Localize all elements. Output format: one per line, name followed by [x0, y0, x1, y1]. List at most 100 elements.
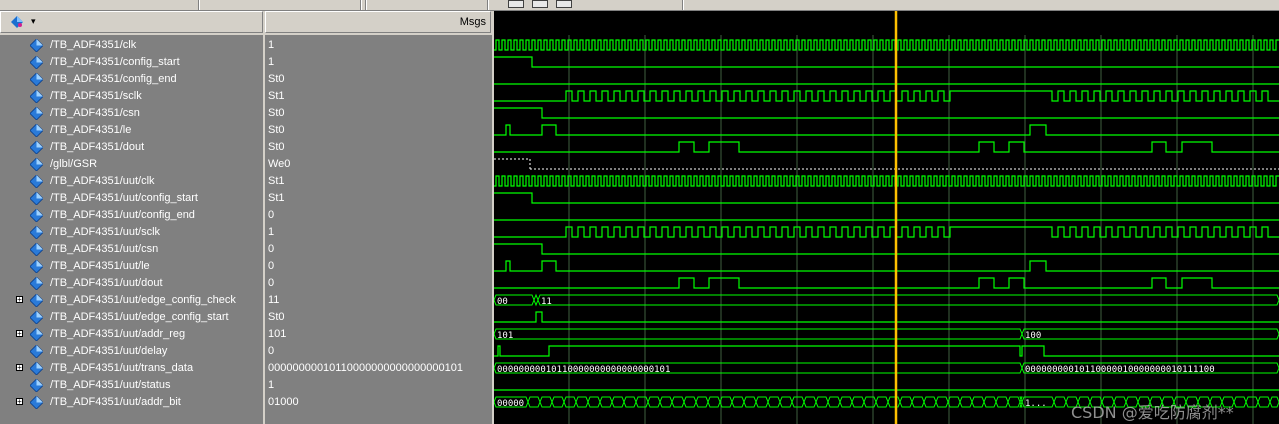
signal-value: 11 — [268, 294, 280, 306]
signal-row[interactable]: /TB_ADF4351/uut/le — [0, 258, 263, 275]
value-row[interactable]: 101 — [265, 326, 492, 343]
waveform-panel[interactable]: 00 11 101 100 000000000101100000000000000001… — [494, 11, 1279, 424]
signal-row[interactable]: /TB_ADF4351/clk — [0, 37, 263, 54]
bus-segment — [1053, 396, 1067, 408]
signal-row[interactable]: /TB_ADF4351/uut/edge_config_start — [0, 309, 263, 326]
value-row[interactable]: 0 — [265, 343, 492, 360]
waveform-display[interactable]: 00 11 101 100 000000000101100000000000000001… — [494, 11, 1279, 424]
value-row[interactable]: St0 — [265, 122, 492, 139]
signal-row[interactable]: /TB_ADF4351/config_end — [0, 71, 263, 88]
signal-name: /TB_ADF4351/sclk — [50, 90, 142, 102]
signal-icon — [30, 396, 43, 409]
signal-row[interactable]: + /TB_ADF4351/uut/trans_data — [0, 360, 263, 377]
waveform-trace — [494, 175, 1279, 187]
signal-name: /TB_ADF4351/uut/config_start — [50, 192, 198, 204]
signal-row[interactable]: /TB_ADF4351/csn — [0, 105, 263, 122]
value-row[interactable]: 00000000010110000000000000000101 — [265, 360, 492, 377]
value-row[interactable]: St1 — [265, 88, 492, 105]
signal-icon — [30, 56, 43, 69]
expand-icon[interactable]: + — [16, 330, 23, 338]
value-row[interactable]: St0 — [265, 309, 492, 326]
bus-segment — [827, 396, 841, 408]
value-row[interactable]: 0 — [265, 241, 492, 258]
signal-icon — [30, 90, 43, 103]
signal-row[interactable]: /TB_ADF4351/uut/sclk — [0, 224, 263, 241]
bus-segment — [563, 396, 577, 408]
value-row[interactable]: St1 — [265, 173, 492, 190]
expand-icon[interactable]: + — [16, 364, 23, 372]
wave-format-icon[interactable] — [11, 16, 23, 28]
value-row[interactable]: We0 — [265, 156, 492, 173]
waveform-trace — [494, 141, 1279, 153]
zoom-in-button[interactable] — [508, 0, 524, 8]
expand-icon[interactable]: + — [16, 398, 23, 406]
value-row[interactable]: 1 — [265, 37, 492, 54]
bus-segment — [731, 396, 745, 408]
signal-row[interactable]: /TB_ADF4351/uut/status — [0, 377, 263, 394]
bus-segment — [719, 396, 733, 408]
value-row[interactable]: 0 — [265, 275, 492, 292]
signal-name: /TB_ADF4351/uut/le — [50, 260, 150, 272]
signal-name: /TB_ADF4351/uut/sclk — [50, 226, 161, 238]
value-row[interactable]: St0 — [265, 105, 492, 122]
value-row[interactable]: St0 — [265, 139, 492, 156]
value-row[interactable]: 11 — [265, 292, 492, 309]
value-row[interactable]: 0 — [265, 258, 492, 275]
signal-name: /TB_ADF4351/uut/edge_config_check — [50, 294, 236, 306]
signal-icon — [30, 124, 43, 137]
signal-value: We0 — [268, 158, 291, 170]
bus-segment — [935, 396, 949, 408]
bus-segment — [911, 396, 925, 408]
value-row[interactable]: 1 — [265, 54, 492, 71]
signal-row[interactable]: /TB_ADF4351/config_start — [0, 54, 263, 71]
signal-row[interactable]: /TB_ADF4351/dout — [0, 139, 263, 156]
waveform-trace — [494, 277, 1279, 289]
bus-segment — [791, 396, 805, 408]
signal-name: /TB_ADF4351/uut/config_end — [50, 209, 195, 221]
value-row[interactable]: 1 — [265, 377, 492, 394]
signal-row[interactable]: /TB_ADF4351/uut/config_end — [0, 207, 263, 224]
bus-segment — [839, 396, 853, 408]
signal-row[interactable]: /TB_ADF4351/sclk — [0, 88, 263, 105]
value-row[interactable]: 0 — [265, 207, 492, 224]
zoom-full-button[interactable] — [556, 0, 572, 8]
bus-segment — [875, 396, 889, 408]
signal-row[interactable]: + /TB_ADF4351/uut/addr_bit — [0, 394, 263, 411]
signal-name: /TB_ADF4351/uut/edge_config_start — [50, 311, 229, 323]
signal-icon — [30, 209, 43, 222]
value-row[interactable]: St1 — [265, 190, 492, 207]
value-row[interactable]: 01000 — [265, 394, 492, 411]
toolbar-separator — [198, 0, 200, 10]
signal-row[interactable]: /glbl/GSR — [0, 156, 263, 173]
bus-segment — [707, 396, 721, 408]
bus-segment — [537, 294, 1279, 306]
bus-segment — [623, 396, 637, 408]
bus-segment — [599, 396, 613, 408]
bus-segment — [899, 396, 913, 408]
signal-row[interactable]: /TB_ADF4351/uut/dout — [0, 275, 263, 292]
signal-names-header[interactable]: ▾ — [0, 11, 263, 33]
signal-row[interactable]: + /TB_ADF4351/uut/edge_config_check — [0, 292, 263, 309]
signal-row[interactable]: /TB_ADF4351/uut/clk — [0, 173, 263, 190]
bus-value: 00000000010110000000000000000101 — [497, 365, 670, 375]
value-row[interactable]: St0 — [265, 71, 492, 88]
msgs-label: Msgs — [459, 16, 486, 28]
signal-row[interactable]: + /TB_ADF4351/uut/addr_reg — [0, 326, 263, 343]
signal-row[interactable]: /TB_ADF4351/uut/delay — [0, 343, 263, 360]
signal-icon — [30, 294, 43, 307]
signal-name: /TB_ADF4351/uut/delay — [50, 345, 168, 357]
signal-icon — [30, 311, 43, 324]
signal-name: /TB_ADF4351/uut/status — [50, 379, 171, 391]
bus-segment — [647, 396, 661, 408]
chevron-down-icon[interactable]: ▾ — [31, 16, 36, 27]
signal-row[interactable]: /TB_ADF4351/uut/config_start — [0, 190, 263, 207]
signal-row[interactable]: /TB_ADF4351/le — [0, 122, 263, 139]
zoom-out-button[interactable] — [532, 0, 548, 8]
value-row[interactable]: 1 — [265, 224, 492, 241]
signal-icon — [30, 328, 43, 341]
signal-row[interactable]: /TB_ADF4351/uut/csn — [0, 241, 263, 258]
bus-value: 11 — [541, 297, 552, 307]
signal-icon — [30, 39, 43, 52]
signal-value: 0 — [268, 260, 275, 272]
expand-icon[interactable]: + — [16, 296, 23, 304]
